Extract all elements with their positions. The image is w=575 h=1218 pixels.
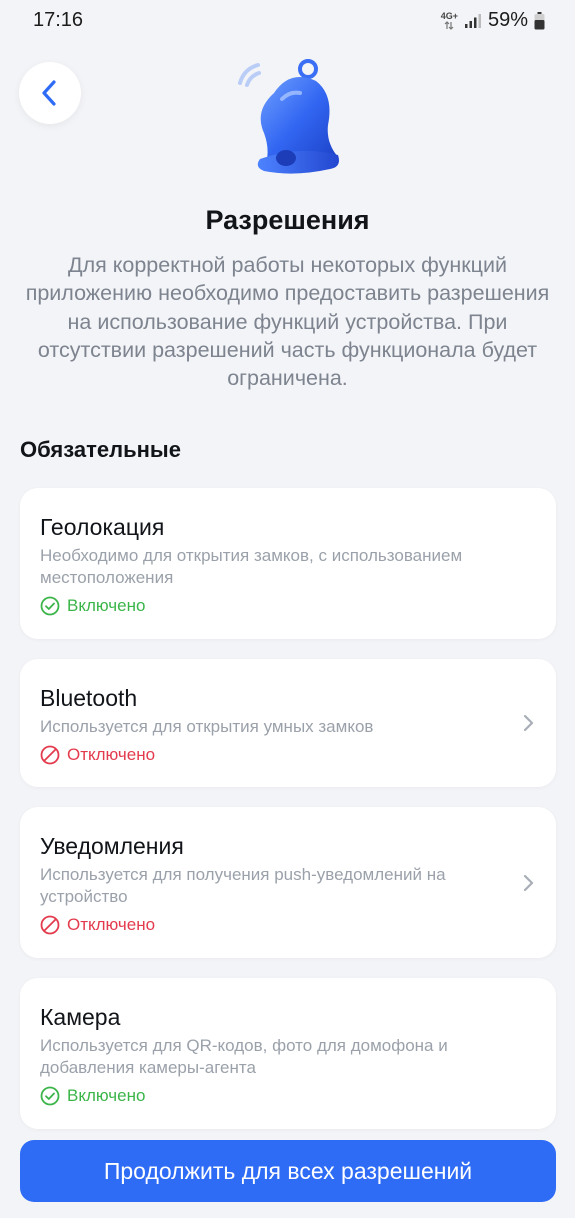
permission-status-label: Включено (67, 1086, 146, 1105)
permission-card-bluetooth[interactable]: Bluetooth Используется для открытия умны… (20, 659, 556, 787)
page-description: Для корректной работы некоторых функций … (25, 253, 550, 391)
blocked-icon (40, 745, 60, 765)
check-circle-icon (40, 596, 60, 616)
network-type: 4G+ (440, 10, 458, 21)
permission-status: Отключено (40, 745, 155, 765)
permission-status: Включено (40, 1086, 145, 1106)
check-circle-icon (40, 1086, 60, 1106)
battery-percent: 59% (487, 9, 528, 31)
permission-description: Необходимо для открытия замков, с исполь… (40, 546, 463, 587)
permission-title: Камера (40, 1004, 121, 1030)
chevron-right-icon (523, 714, 534, 732)
permission-status: Отключено (40, 915, 155, 935)
blocked-icon (40, 915, 60, 935)
page-title: Разрешения (205, 205, 370, 235)
permission-status: Включено (40, 596, 145, 616)
permission-status-label: Отключено (67, 745, 156, 764)
section-title: Обязательные (20, 437, 181, 462)
continue-all-permissions-button[interactable]: Продолжить для всех разрешений (20, 1140, 556, 1202)
status-icons: 4G+ 59% (441, 9, 545, 32)
chevron-right-icon (523, 874, 534, 892)
battery-icon (534, 11, 545, 29)
continue-button-label: Продолжить для всех разрешений (103, 1157, 473, 1184)
network-arrows-icon: 4G+ (440, 10, 458, 30)
permission-card-geolocation[interactable]: Геолокация Необходимо для открытия замко… (20, 488, 556, 639)
permission-description: Используется для получения push-уведомле… (40, 865, 446, 906)
bell-icon (238, 59, 339, 174)
permission-status-label: Включено (67, 596, 146, 615)
status-bar: 17:16 4G+ 59% (0, 0, 575, 42)
permission-description: Используется для QR-кодов, фото для домо… (40, 1036, 448, 1077)
signal-icon (464, 13, 481, 28)
permission-card-notifications[interactable]: Уведомления Используется для получения p… (20, 807, 556, 958)
chevron-left-icon (42, 80, 56, 106)
permission-status-label: Отключено (67, 915, 156, 934)
permission-title: Bluetooth (40, 685, 138, 711)
permission-card-camera[interactable]: Камера Используется для QR-кодов, фото д… (20, 978, 556, 1129)
status-time: 17:16 (33, 9, 84, 31)
permission-title: Геолокация (40, 514, 165, 540)
back-button[interactable] (19, 62, 81, 124)
permission-title: Уведомления (40, 833, 184, 859)
permission-description: Используется для открытия умных замков (40, 717, 374, 736)
